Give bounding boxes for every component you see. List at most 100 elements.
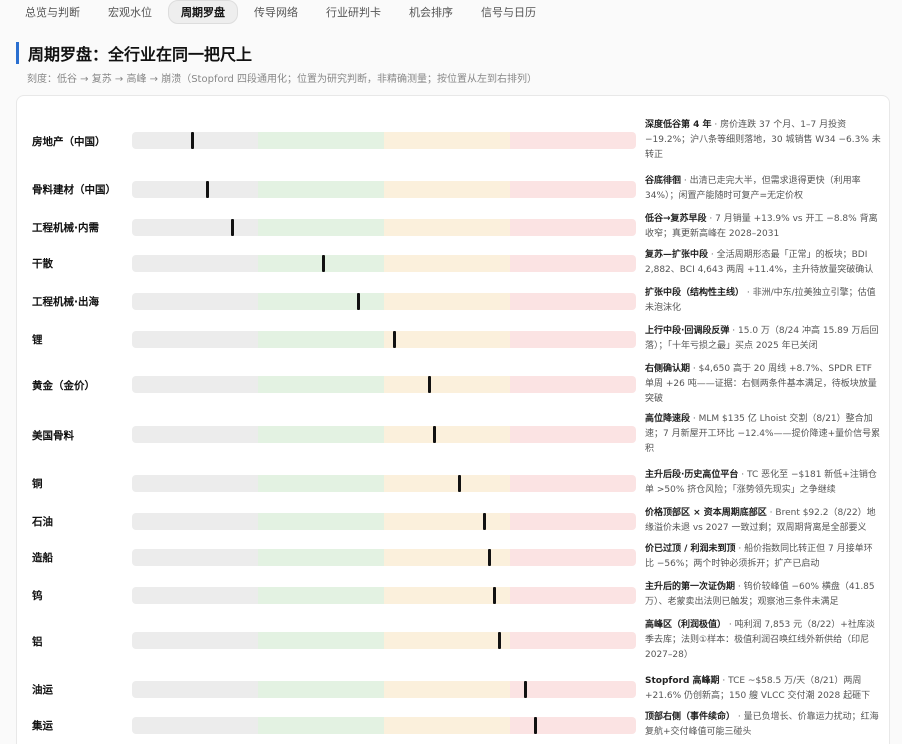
- peak-zone: [384, 132, 510, 149]
- row-stage: 高峰区（利润极值）: [645, 620, 727, 630]
- row-label: 骨料建材（中国）: [32, 184, 116, 196]
- trough-zone: [132, 632, 258, 649]
- collapse-zone: [510, 716, 636, 734]
- cycle-track: [132, 426, 636, 443]
- row-stage: 低谷→复苏早段: [645, 214, 707, 224]
- row-note: 上行中段·回调段反弹 · 15.0 万（8/24 冲高 15.89 万后回落）；…: [645, 324, 881, 354]
- recovery-zone: [258, 292, 384, 310]
- recovery-zone: [258, 254, 384, 272]
- collapse-zone: [510, 512, 636, 530]
- tab-0[interactable]: 总览与判断: [13, 1, 92, 23]
- row-label: 石油: [32, 516, 53, 528]
- tab-2[interactable]: 周期罗盘: [168, 0, 238, 24]
- position-marker: [231, 218, 235, 236]
- collapse-zone: [510, 586, 636, 604]
- row-label: 油运: [32, 684, 53, 696]
- row-label: 铝: [32, 635, 43, 648]
- cycle-track: [132, 218, 636, 236]
- trough-zone: [132, 180, 258, 198]
- trough-zone: [132, 426, 258, 443]
- row-stage: 顶部右侧（事件续命）: [645, 712, 736, 722]
- cycle-track: [132, 632, 636, 649]
- row-label: 锂: [32, 334, 43, 346]
- tab-5[interactable]: 机会排序: [397, 1, 465, 23]
- peak-zone: [384, 180, 510, 198]
- recovery-zone: [258, 586, 384, 604]
- row-stage: 右侧确认期: [645, 364, 691, 374]
- row-stage: 谷底徘徊: [645, 176, 682, 186]
- collapse-zone: [510, 680, 636, 698]
- peak-zone: [384, 586, 510, 604]
- recovery-zone: [258, 680, 384, 698]
- collapse-zone: [510, 632, 636, 649]
- recovery-zone: [258, 716, 384, 734]
- position-marker: [427, 376, 431, 393]
- collapse-zone: [510, 474, 636, 492]
- recovery-zone: [258, 180, 384, 198]
- peak-zone: [384, 716, 510, 734]
- row-note: 价已过顶 / 利润未到顶 · 船价指数同比转正但 7 月接单环比 −56%；两个…: [645, 542, 881, 572]
- tab-4[interactable]: 行业研判卡: [314, 1, 393, 23]
- row-stage: 复苏—扩张中段: [645, 250, 709, 260]
- recovery-zone: [258, 426, 384, 443]
- page-title: 周期罗盘：全行业在同一把尺上: [28, 45, 253, 64]
- peak-zone: [384, 218, 510, 236]
- position-marker: [488, 548, 492, 566]
- row-stage: 价已过顶 / 利润未到顶: [645, 544, 736, 554]
- collapse-zone: [510, 330, 636, 348]
- peak-zone: [384, 512, 510, 530]
- collapse-zone: [510, 292, 636, 310]
- peak-zone: [384, 632, 510, 649]
- row-note: 复苏—扩张中段 · 全活周期形态最「正常」的板块；BDI 2,882、BCI 4…: [645, 248, 881, 278]
- position-marker: [533, 716, 537, 734]
- collapse-zone: [510, 218, 636, 236]
- row-label: 工程机械·出海: [32, 296, 99, 308]
- row-stage: 主升后段·历史高位平台: [645, 470, 739, 480]
- trough-zone: [132, 376, 258, 393]
- collapse-zone: [510, 376, 636, 393]
- row-stage: 高位降速段: [645, 414, 691, 424]
- trough-zone: [132, 254, 258, 272]
- row-note: 主升后的第一次证伪期 · 钨价较峰值 −60% 横盘（41.85 万）、老蒙卖出…: [645, 580, 881, 610]
- row-note: Stopford 高峰期 · TCE ~$58.5 万/天（8/21）两周 +2…: [645, 674, 881, 704]
- trough-zone: [132, 716, 258, 734]
- cycle-track: [132, 132, 636, 149]
- cycle-track: [132, 680, 636, 698]
- cycle-track: [132, 716, 636, 734]
- trough-zone: [132, 512, 258, 530]
- recovery-zone: [258, 548, 384, 566]
- position-marker: [357, 292, 361, 310]
- position-marker: [432, 426, 436, 443]
- row-note: 右侧确认期 · $4,650 高于 20 周线 +8.7%、SPDR ETF 单…: [645, 362, 881, 407]
- trough-zone: [132, 586, 258, 604]
- row-note: 顶部右侧（事件续命） · 量已负增长、价靠运力扰动；红海复航+交付峰值可能三碰头: [645, 710, 881, 740]
- collapse-zone: [510, 426, 636, 443]
- trough-zone: [132, 132, 258, 149]
- recovery-zone: [258, 512, 384, 530]
- page-subtitle: 刻度：低谷 → 复苏 → 高峰 → 崩溃（Stopford 四段通用化；位置为研…: [27, 74, 538, 85]
- row-stage: 主升后的第一次证伪期: [645, 582, 736, 592]
- row-label: 干散: [32, 258, 53, 270]
- tab-3[interactable]: 传导网络: [242, 1, 310, 23]
- row-note: 谷底徘徊 · 出清已走完大半，但需求退得更快（利用率 34%）；闲置产能随时可复…: [645, 174, 881, 204]
- cycle-track: [132, 548, 636, 566]
- cycle-track: [132, 586, 636, 604]
- recovery-zone: [258, 474, 384, 492]
- row-note: 低谷→复苏早段 · 7 月销量 +13.9% vs 开工 −8.8% 背离收窄；…: [645, 212, 881, 242]
- peak-zone: [384, 330, 510, 348]
- collapse-zone: [510, 254, 636, 272]
- row-note: 扩张中段（结构性主线） · 非洲/中东/拉美独立引擎；估值未泡沫化: [645, 286, 881, 316]
- peak-zone: [384, 548, 510, 566]
- tab-bar: 总览与判断 宏观水位 周期罗盘 传导网络 行业研判卡 机会排序 信号与日历: [0, 0, 902, 24]
- cycle-track: [132, 474, 636, 492]
- peak-zone: [384, 680, 510, 698]
- cycle-compass-card: 深度低谷第 4 年 · 房价连跌 37 个月、1–7 月投资 −19.2%；沪八…: [16, 95, 890, 744]
- cycle-track: [132, 512, 636, 530]
- row-stage: 扩张中段（结构性主线）: [645, 288, 745, 298]
- tab-1[interactable]: 宏观水位: [96, 1, 164, 23]
- recovery-zone: [258, 376, 384, 393]
- recovery-zone: [258, 218, 384, 236]
- tab-6[interactable]: 信号与日历: [469, 1, 548, 23]
- row-note: 深度低谷第 4 年 · 房价连跌 37 个月、1–7 月投资 −19.2%；沪八…: [645, 118, 881, 163]
- row-stage: Stopford 高峰期: [645, 676, 720, 686]
